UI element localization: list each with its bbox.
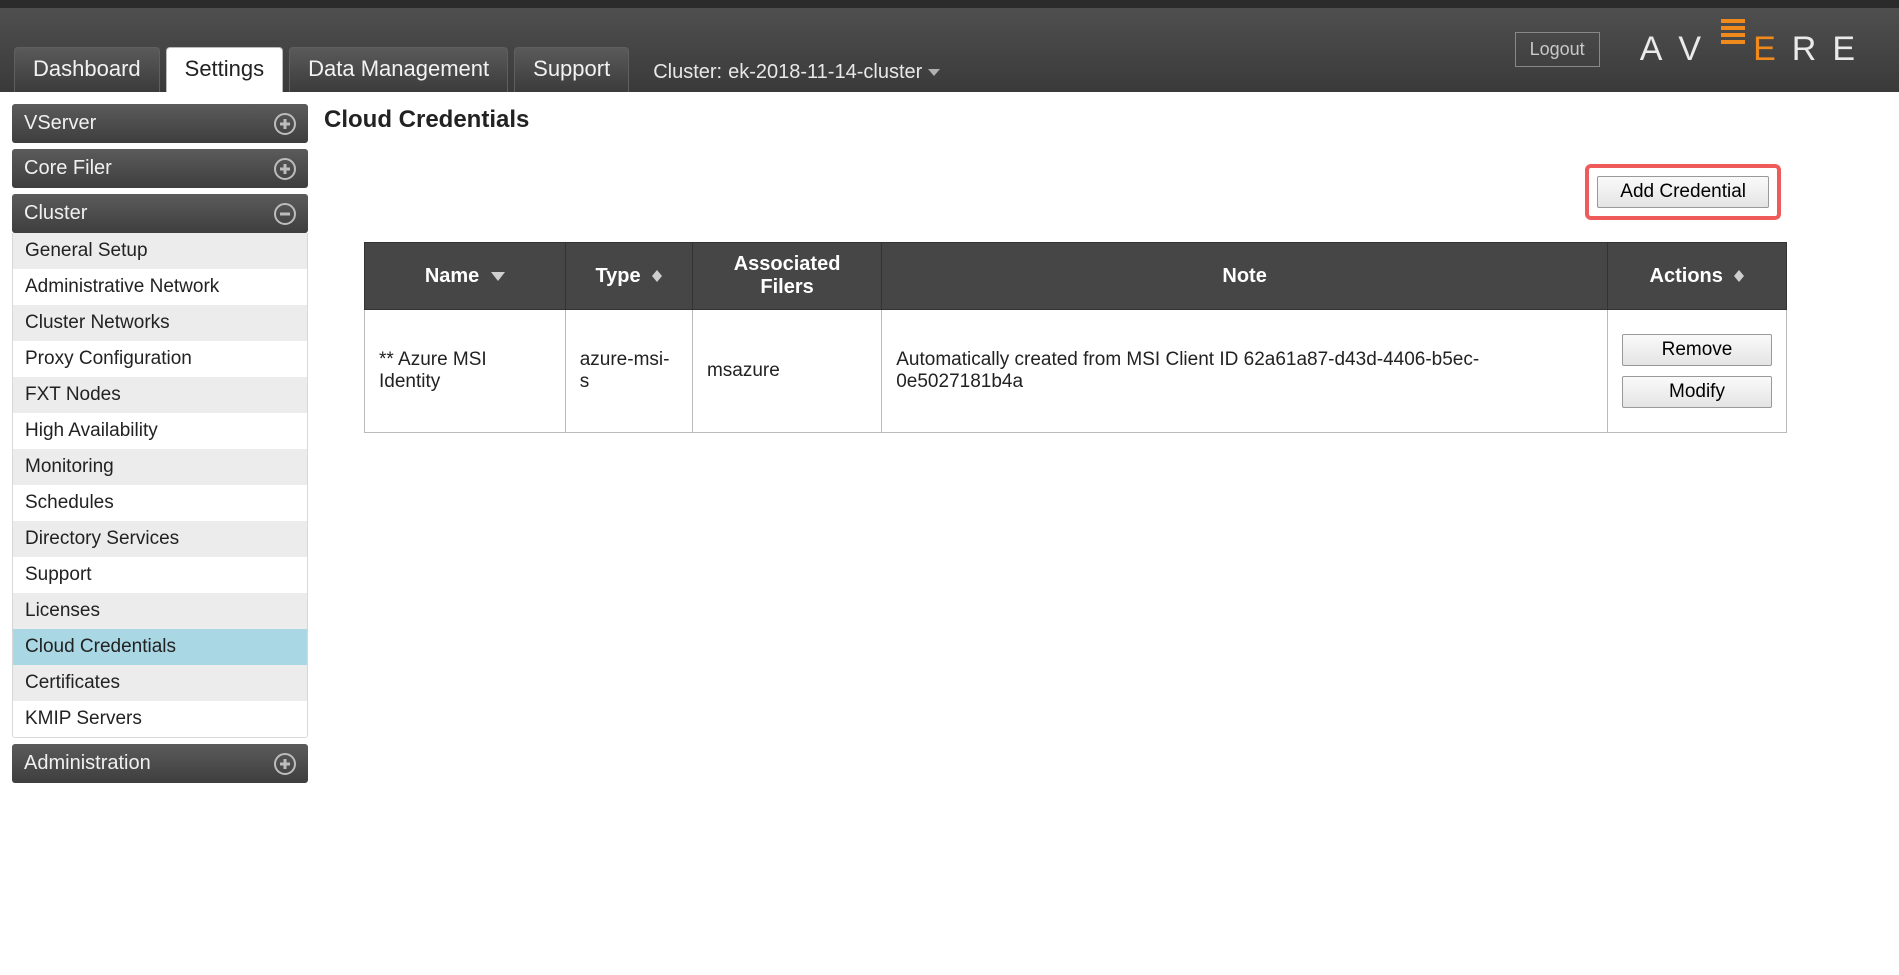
tab-dashboard[interactable]: Dashboard <box>14 47 160 92</box>
sort-icon <box>652 270 662 282</box>
sidebar-item-support[interactable]: Support <box>13 557 307 593</box>
add-credential-button[interactable]: Add Credential <box>1597 176 1769 208</box>
sidebar-section-cluster[interactable]: Cluster <box>12 194 308 233</box>
sidebar-item-proxy-configuration[interactable]: Proxy Configuration <box>13 341 307 377</box>
sidebar-cluster-list: General Setup Administrative Network Clu… <box>12 233 308 738</box>
page-title: Cloud Credentials <box>324 106 1787 134</box>
credentials-table: Name Type Associated Filers Note Actio <box>364 242 1787 433</box>
cell-name: ** Azure MSI Identity <box>365 310 566 433</box>
chevron-down-icon <box>928 69 940 76</box>
tab-data-management[interactable]: Data Management <box>289 47 508 92</box>
col-label: Associated Filers <box>734 253 841 298</box>
col-actions[interactable]: Actions <box>1607 243 1786 310</box>
sidebar-item-general-setup[interactable]: General Setup <box>13 233 307 269</box>
remove-button[interactable]: Remove <box>1622 334 1772 366</box>
expand-icon <box>274 753 296 775</box>
main-content: Cloud Credentials Add Credential Name Ty… <box>324 104 1887 433</box>
sort-desc-icon <box>491 272 505 281</box>
sidebar-section-administration[interactable]: Administration <box>12 744 308 783</box>
cluster-selector[interactable]: Cluster: ek-2018-11-14-cluster <box>653 61 940 84</box>
body-wrap: VServer Core Filer Cluster General Setup… <box>0 92 1899 823</box>
sidebar-item-cluster-networks[interactable]: Cluster Networks <box>13 305 307 341</box>
sidebar-item-cloud-credentials[interactable]: Cloud Credentials <box>13 629 307 665</box>
sidebar-item-certificates[interactable]: Certificates <box>13 665 307 701</box>
page-actions-row: Add Credential <box>324 164 1787 220</box>
sidebar-section-vserver[interactable]: VServer <box>12 104 308 143</box>
sidebar-item-administrative-network[interactable]: Administrative Network <box>13 269 307 305</box>
col-label: Type <box>595 265 640 287</box>
sidebar-section-title: VServer <box>24 112 96 135</box>
sidebar-item-kmip-servers[interactable]: KMIP Servers <box>13 701 307 737</box>
brand-letter: A <box>1640 30 1677 69</box>
col-note[interactable]: Note <box>882 243 1608 310</box>
brand-letter-accent: E <box>1753 30 1790 69</box>
table-row: ** Azure MSI Identity azure-msi-s msazur… <box>365 310 1787 433</box>
add-credential-highlight: Add Credential <box>1585 164 1781 220</box>
cluster-name: ek-2018-11-14-cluster <box>728 61 922 84</box>
settings-sidebar: VServer Core Filer Cluster General Setup… <box>12 104 308 783</box>
sidebar-section-core-filer[interactable]: Core Filer <box>12 149 308 188</box>
cell-associated-filers: msazure <box>692 310 881 433</box>
col-label: Name <box>425 265 479 287</box>
col-associated-filers[interactable]: Associated Filers <box>692 243 881 310</box>
topbar-right-group: Logout A V E R E <box>1515 30 1869 69</box>
brand-letter: R <box>1792 30 1831 69</box>
brand-stripes-icon <box>1721 19 1745 44</box>
sidebar-section-title: Cluster <box>24 202 87 225</box>
expand-icon <box>274 158 296 180</box>
sidebar-item-monitoring[interactable]: Monitoring <box>13 449 307 485</box>
sidebar-item-schedules[interactable]: Schedules <box>13 485 307 521</box>
col-label: Actions <box>1650 265 1723 287</box>
modify-button[interactable]: Modify <box>1622 376 1772 408</box>
sidebar-section-title: Administration <box>24 752 151 775</box>
cell-type: azure-msi-s <box>565 310 692 433</box>
col-type[interactable]: Type <box>565 243 692 310</box>
brand-logo: A V E R E <box>1640 30 1869 69</box>
cluster-prefix: Cluster: <box>653 61 722 84</box>
sidebar-section-title: Core Filer <box>24 157 112 180</box>
cell-note: Automatically created from MSI Client ID… <box>882 310 1608 433</box>
brand-letter: E <box>1832 30 1869 69</box>
brand-letter: V <box>1678 30 1715 69</box>
col-name[interactable]: Name <box>365 243 566 310</box>
table-header-row: Name Type Associated Filers Note Actio <box>365 243 1787 310</box>
sidebar-item-fxt-nodes[interactable]: FXT Nodes <box>13 377 307 413</box>
logout-button[interactable]: Logout <box>1515 32 1600 67</box>
sort-icon <box>1734 270 1744 282</box>
expand-icon <box>274 113 296 135</box>
tab-support[interactable]: Support <box>514 47 629 92</box>
col-label: Note <box>1222 265 1266 287</box>
sidebar-item-licenses[interactable]: Licenses <box>13 593 307 629</box>
sidebar-item-high-availability[interactable]: High Availability <box>13 413 307 449</box>
sidebar-item-directory-services[interactable]: Directory Services <box>13 521 307 557</box>
tab-settings[interactable]: Settings <box>166 47 284 92</box>
top-bar: Logout A V E R E Dashboard Settings Data… <box>0 0 1899 92</box>
collapse-icon <box>274 203 296 225</box>
cell-actions: Remove Modify <box>1607 310 1786 433</box>
